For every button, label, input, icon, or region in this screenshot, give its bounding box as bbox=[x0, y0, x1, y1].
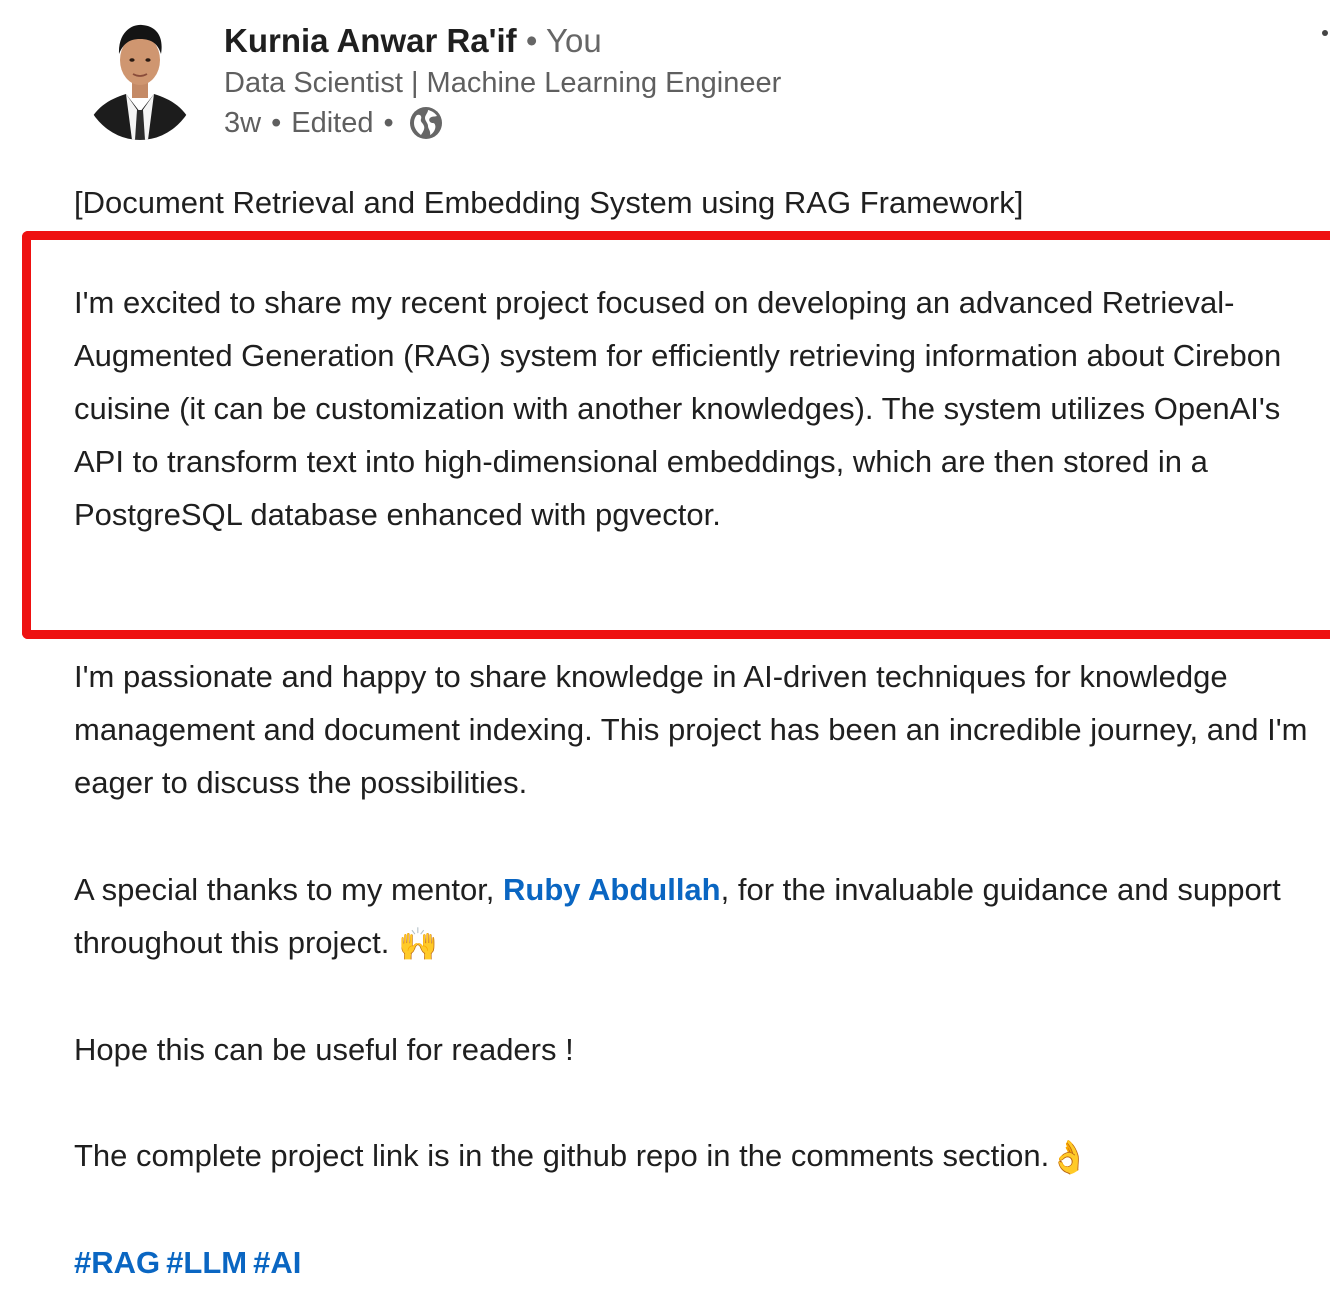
hashtag-list: #RAG #LLM #AI bbox=[74, 1236, 307, 1289]
ok-hand-emoji-icon: 👌 bbox=[1049, 1138, 1090, 1176]
connection-degree: You bbox=[545, 22, 602, 59]
author-headline: Data Scientist | Machine Learning Engine… bbox=[224, 67, 782, 99]
globe-icon bbox=[408, 105, 444, 141]
separator-dot: • bbox=[383, 107, 394, 139]
edited-label: Edited bbox=[291, 107, 374, 139]
author-name[interactable]: Kurnia Anwar Ra'if bbox=[224, 22, 517, 59]
hashtag-llm[interactable]: #LLM bbox=[166, 1245, 247, 1280]
hashtag-ai[interactable]: #AI bbox=[253, 1245, 301, 1280]
more-options-icon[interactable] bbox=[1322, 30, 1328, 36]
post-paragraph-hope: Hope this can be useful for readers ! bbox=[74, 1032, 574, 1067]
separator-dot: • bbox=[271, 107, 282, 139]
post-title: [Document Retrieval and Embedding System… bbox=[74, 176, 1324, 229]
avatar-image bbox=[82, 14, 198, 140]
post-header: Kurnia Anwar Ra'if • You Data Scientist … bbox=[224, 20, 781, 143]
thanks-text-start: A special thanks to my mentor, bbox=[74, 872, 504, 907]
post-paragraph-intro: I'm excited to share my recent project f… bbox=[74, 285, 1282, 532]
link-note-text: The complete project link is in the gith… bbox=[74, 1138, 1050, 1173]
raising-hands-emoji-icon: 🙌 bbox=[397, 925, 438, 963]
author-line: Kurnia Anwar Ra'if • You bbox=[224, 20, 781, 62]
avatar[interactable] bbox=[82, 14, 198, 140]
mention-link[interactable]: Ruby Abdullah bbox=[503, 872, 721, 907]
post-paragraph-passion: I'm passionate and happy to share knowle… bbox=[74, 659, 1308, 800]
post-paragraph-thanks: A special thanks to my mentor, Ruby Abdu… bbox=[74, 863, 1324, 969]
post-paragraph-link-note: The complete project link is in the gith… bbox=[74, 1129, 1089, 1182]
hashtag-rag[interactable]: #RAG bbox=[74, 1245, 160, 1280]
post-meta: 3w • Edited • bbox=[224, 103, 781, 143]
post-time: 3w bbox=[224, 107, 262, 139]
post-title-text: [Document Retrieval and Embedding System… bbox=[74, 185, 1024, 220]
separator-dot: • bbox=[525, 22, 538, 59]
